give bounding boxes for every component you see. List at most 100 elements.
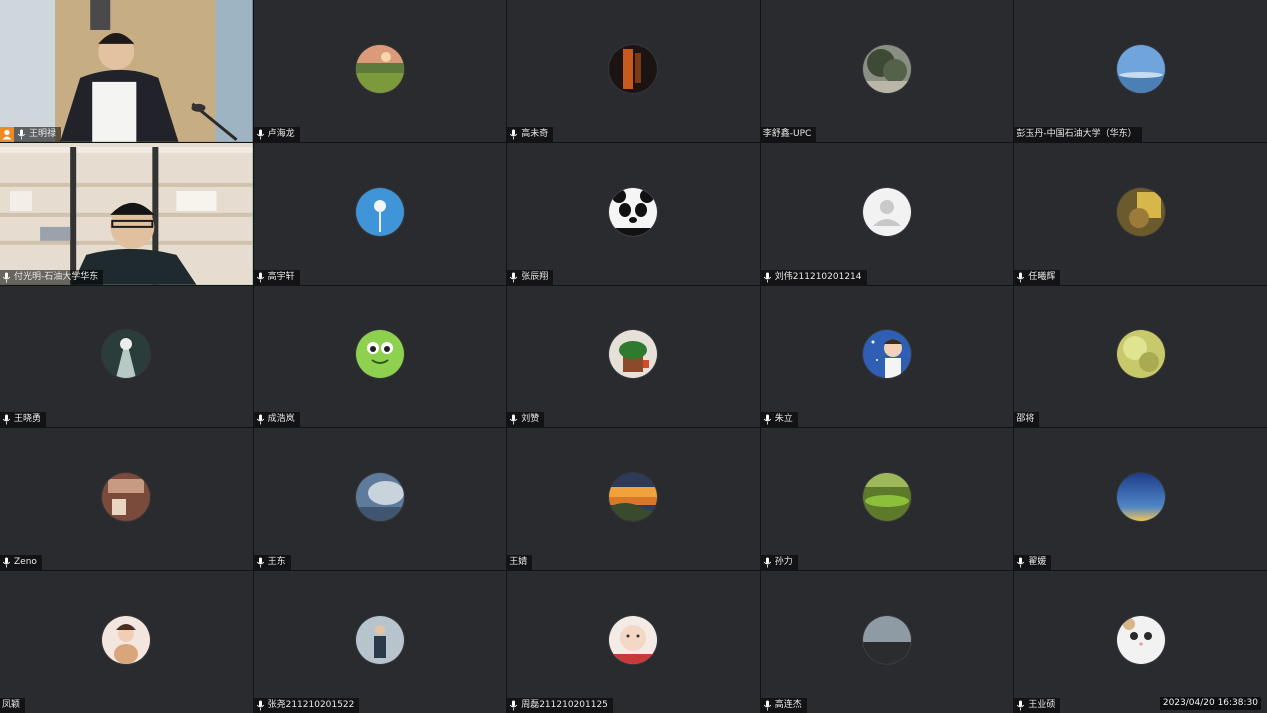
participant-nametag: 王婧	[507, 555, 533, 571]
participant-avatar	[609, 616, 658, 665]
participant-tile[interactable]: Zeno	[0, 428, 253, 571]
participant-avatar	[1116, 330, 1165, 379]
participant-name: 高宇轩	[267, 271, 295, 282]
microphone-icon	[509, 700, 518, 711]
participant-avatar	[102, 330, 151, 379]
participant-name: 刘赞	[521, 414, 540, 425]
participant-nametag: 翟媛	[1014, 555, 1052, 571]
participant-nametag: 刘伟211210201214	[760, 269, 867, 285]
participant-video	[0, 142, 253, 285]
microphone-icon	[2, 414, 11, 425]
participant-avatar	[1116, 473, 1165, 522]
participant-grid: 王明禄 卢海龙 高未奇 李舒鑫-UPC 彭玉丹-中国石油大学（华东） 付光明-石油大学华东…	[0, 0, 1267, 713]
participant-tile[interactable]: 付光明-石油大学华东	[0, 142, 253, 285]
participant-nametag: 高未奇	[507, 126, 554, 142]
participant-tile[interactable]: 任曦辉	[1014, 142, 1267, 285]
microphone-icon	[256, 129, 265, 140]
participant-tile[interactable]: 王晓勇	[0, 285, 253, 428]
participant-nametag: 周磊211210201125	[507, 698, 613, 713]
participant-tile[interactable]: 张尧211210201522	[253, 571, 507, 713]
participant-name: 王业硕	[1028, 700, 1056, 710]
microphone-icon	[256, 700, 265, 711]
participant-tile[interactable]: 刘伟211210201214	[760, 142, 1014, 285]
participant-tile[interactable]: 刘赞	[507, 285, 760, 428]
participant-nametag: 邵将	[1014, 412, 1040, 428]
microphone-icon	[763, 414, 772, 425]
participant-tile[interactable]: 朱立	[760, 285, 1014, 428]
meeting-timestamp: 2023/04/20 16:38:30	[1159, 697, 1261, 710]
participant-name: 王明禄	[29, 128, 57, 139]
microphone-icon	[17, 129, 26, 140]
microphone-icon	[2, 272, 11, 283]
participant-avatar	[102, 616, 151, 665]
participant-name: 王东	[267, 557, 286, 568]
participant-nametag: 张尧211210201522	[253, 698, 360, 713]
participant-tile[interactable]: 高未奇	[507, 0, 760, 142]
microphone-icon	[2, 557, 11, 568]
participant-name: 刘伟211210201214	[774, 271, 862, 282]
host-icon	[0, 126, 14, 142]
participant-name: 孙力	[774, 557, 793, 568]
participant-name: 任曦辉	[1028, 271, 1056, 282]
participant-tile[interactable]: 李舒鑫-UPC	[760, 0, 1014, 142]
participant-avatar	[355, 44, 404, 93]
participant-nametag: 卢海龙	[253, 126, 300, 142]
participant-nametag: Zeno	[0, 555, 42, 571]
participant-avatar	[355, 473, 404, 522]
participant-tile[interactable]: 张辰翔	[507, 142, 760, 285]
participant-tile[interactable]: 王婧	[507, 428, 760, 571]
participant-avatar	[355, 187, 404, 236]
participant-nametag: 彭玉丹-中国石油大学（华东）	[1014, 126, 1142, 142]
participant-name: 彭玉丹-中国石油大学（华东）	[1016, 128, 1137, 139]
microphone-icon	[763, 272, 772, 283]
participant-tile[interactable]: 王明禄	[0, 0, 253, 142]
participant-tile[interactable]: 王东	[253, 428, 507, 571]
participant-nametag: 朱立	[760, 412, 798, 428]
participant-tile[interactable]: 成浩岚	[253, 285, 507, 428]
participant-tile[interactable]: 高宇轩	[253, 142, 507, 285]
participant-nametag: 高宇轩	[253, 269, 300, 285]
participant-avatar	[863, 330, 912, 379]
participant-avatar	[1116, 616, 1165, 665]
participant-avatar	[609, 330, 658, 379]
participant-tile[interactable]: 卢海龙	[253, 0, 507, 142]
participant-avatar	[863, 187, 912, 236]
participant-name: 高未奇	[521, 128, 549, 139]
participant-nametag: 张辰翔	[507, 269, 554, 285]
participant-tile[interactable]: 周磊211210201125	[507, 571, 760, 713]
participant-nametag: 李舒鑫-UPC	[760, 126, 817, 142]
participant-avatar	[609, 473, 658, 522]
participant-tile[interactable]: 翟媛	[1014, 428, 1267, 571]
participant-avatar	[1116, 187, 1165, 236]
participant-nametag: 王业硕	[1014, 698, 1061, 713]
participant-name: 成浩岚	[267, 414, 295, 425]
participant-name: 高连杰	[774, 700, 802, 710]
participant-avatar	[609, 44, 658, 93]
participant-nametag: 凤颖	[0, 698, 26, 713]
microphone-icon	[763, 700, 772, 711]
microphone-icon	[509, 272, 518, 283]
microphone-icon	[1016, 700, 1025, 711]
participant-nametag: 王晓勇	[0, 412, 47, 428]
participant-nametag: 成浩岚	[253, 412, 300, 428]
participant-tile[interactable]: 高连杰	[760, 571, 1014, 713]
participant-avatar	[355, 616, 404, 665]
microphone-icon	[1016, 272, 1025, 283]
participant-tile[interactable]: 孙力	[760, 428, 1014, 571]
participant-avatar	[102, 473, 151, 522]
participant-name: 卢海龙	[267, 128, 295, 139]
microphone-icon	[763, 557, 772, 568]
microphone-icon	[509, 414, 518, 425]
participant-name: 翟媛	[1028, 557, 1047, 568]
participant-tile[interactable]: 邵将	[1014, 285, 1267, 428]
participant-video	[0, 0, 253, 142]
participant-name: 张辰翔	[521, 271, 549, 282]
participant-tile[interactable]: 彭玉丹-中国石油大学（华东）	[1014, 0, 1267, 142]
participant-tile[interactable]: 王业硕	[1014, 571, 1267, 713]
participant-name: 张尧211210201522	[267, 700, 355, 710]
participant-nametag: 王明禄	[0, 126, 62, 142]
participant-avatar	[863, 616, 912, 665]
participant-nametag: 王东	[253, 555, 291, 571]
participant-avatar	[1116, 44, 1165, 93]
participant-tile[interactable]: 凤颖	[0, 571, 253, 713]
